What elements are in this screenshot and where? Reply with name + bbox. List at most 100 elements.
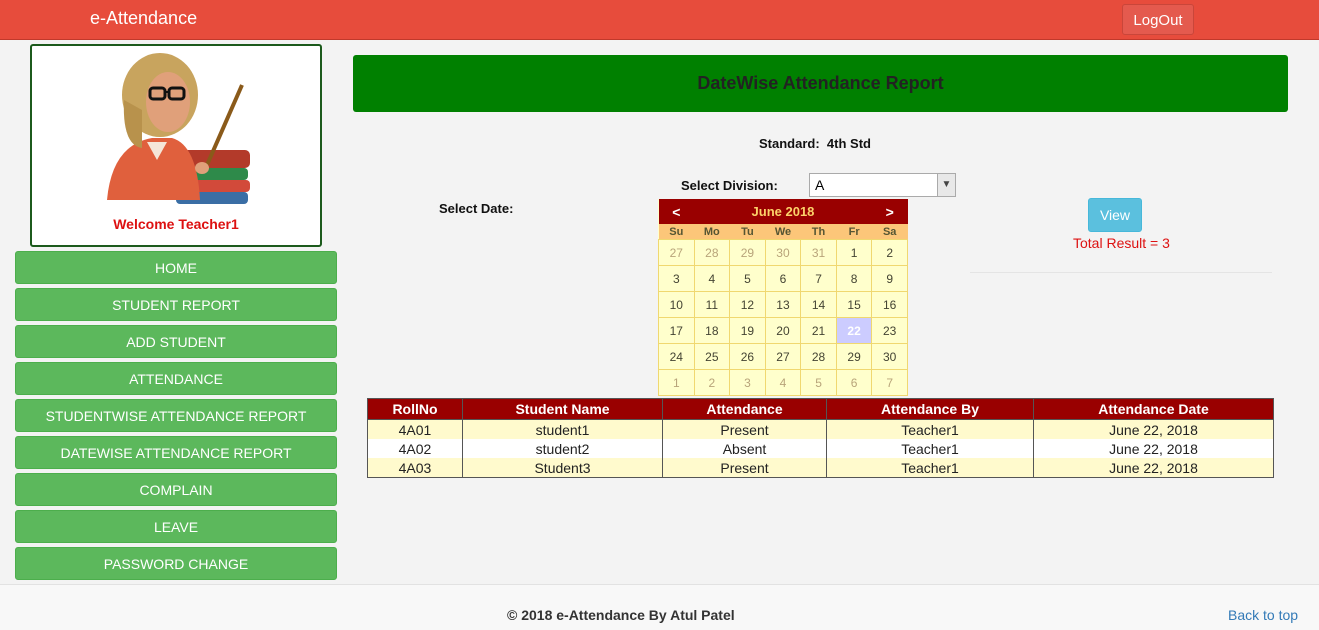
calendar-day[interactable]: 27 [658, 239, 695, 266]
teacher-avatar-icon [107, 53, 250, 204]
table-cell: June 22, 2018 [1033, 439, 1274, 458]
calendar-day[interactable]: 25 [693, 343, 731, 370]
calendar-day[interactable]: 6 [764, 265, 802, 292]
back-to-top-link[interactable]: Back to top [1228, 607, 1298, 623]
calendar-day[interactable]: 23 [871, 317, 908, 344]
calendar-day[interactable]: 24 [658, 343, 695, 370]
calendar-day[interactable]: 26 [729, 343, 766, 370]
profile-card: Welcome Teacher1 [30, 44, 322, 247]
table-cell: Teacher1 [826, 439, 1034, 458]
division-selected-value: A [815, 177, 825, 193]
calendar-day[interactable]: 29 [729, 239, 766, 266]
copyright-text: © 2018 e-Attendance By Atul Patel [507, 607, 735, 623]
sidebar-nav: HOME STUDENT REPORT ADD STUDENT ATTENDAN… [15, 251, 337, 584]
calendar-day[interactable]: 8 [835, 265, 873, 292]
standard-label: Standard: [759, 136, 820, 151]
calendar-day[interactable]: 13 [764, 291, 802, 318]
calendar-day[interactable]: 1 [835, 239, 873, 266]
table-header: Student Name [462, 398, 663, 420]
table-cell: Teacher1 [826, 458, 1034, 478]
welcome-text: Welcome Teacher1 [113, 216, 239, 232]
calendar-day[interactable]: 9 [871, 265, 908, 292]
table-cell: Teacher1 [826, 419, 1034, 439]
table-header: Attendance By [826, 398, 1034, 420]
calendar-day[interactable]: 19 [729, 317, 766, 344]
chevron-down-icon[interactable]: ▼ [937, 174, 955, 196]
calendar-day[interactable]: 5 [729, 265, 766, 292]
calendar-day[interactable]: 17 [658, 317, 695, 344]
calendar-day[interactable]: 2 [871, 239, 908, 266]
attendance-table: RollNo Student Name Attendance Attendance B… [367, 398, 1274, 478]
page-title: DateWise Attendance Report [353, 55, 1288, 112]
calendar-day[interactable]: 21 [800, 317, 837, 344]
sidebar-item-attendance[interactable]: ATTENDANCE [15, 362, 337, 395]
table-cell: 4A01 [367, 419, 463, 439]
divider [970, 272, 1272, 273]
table-row: 4A01 student1 Present Teacher1 June 22, 2018 [367, 419, 1274, 439]
brand-title[interactable]: e-Attendance [90, 8, 197, 29]
table-cell: 4A02 [367, 439, 463, 458]
table-cell: Student3 [462, 458, 663, 478]
calendar-day[interactable]: 7 [800, 265, 837, 292]
calendar-day[interactable]: 5 [800, 369, 837, 396]
calendar-day[interactable]: 3 [729, 369, 766, 396]
calendar-day[interactable]: 16 [871, 291, 908, 318]
calendar-day[interactable]: 6 [835, 369, 873, 396]
calendar-day[interactable]: 18 [693, 317, 731, 344]
date-label: Select Date: [439, 201, 514, 216]
table-header: Attendance [662, 398, 827, 420]
calendar-day[interactable]: 20 [764, 317, 802, 344]
view-button[interactable]: View [1088, 198, 1142, 232]
calendar-day[interactable]: 4 [764, 369, 802, 396]
calendar-prev-month[interactable]: < [658, 199, 695, 224]
table-cell: student1 [462, 419, 663, 439]
calendar-weekday: We [765, 224, 801, 240]
table-header: Attendance Date [1033, 398, 1274, 420]
calendar-day[interactable]: 7 [871, 369, 908, 396]
calendar-weekday: Sa [871, 224, 908, 240]
sidebar-item-password-change[interactable]: PASSWORD CHANGE [15, 547, 337, 580]
calendar-day[interactable]: 30 [764, 239, 802, 266]
division-select[interactable]: A ▼ [809, 173, 956, 197]
calendar-day[interactable]: 14 [800, 291, 837, 318]
calendar-day[interactable]: 29 [835, 343, 873, 370]
table-cell: Absent [662, 439, 827, 458]
calendar-day[interactable]: 31 [800, 239, 837, 266]
calendar-day[interactable]: 4 [693, 265, 731, 292]
table-cell: June 22, 2018 [1033, 419, 1274, 439]
sidebar-item-studentwise-report[interactable]: STUDENTWISE ATTENDANCE REPORT [15, 399, 337, 432]
table-header: RollNo [367, 398, 463, 420]
table-cell: 4A03 [367, 458, 463, 478]
table-row: 4A02 student2 Absent Teacher1 June 22, 2018 [367, 439, 1274, 458]
calendar-day[interactable]: 10 [658, 291, 695, 318]
table-cell: Present [662, 458, 827, 478]
sidebar-item-add-student[interactable]: ADD STUDENT [15, 325, 337, 358]
logout-button[interactable]: LogOut [1122, 4, 1194, 35]
calendar-day[interactable]: 15 [835, 291, 873, 318]
calendar-day[interactable]: 30 [871, 343, 908, 370]
calendar-weekday: Th [800, 224, 837, 240]
calendar-day[interactable]: 1 [658, 369, 695, 396]
calendar-day[interactable]: 12 [729, 291, 766, 318]
calendar-weekday: Mo [694, 224, 730, 240]
sidebar-item-complain[interactable]: COMPLAIN [15, 473, 337, 506]
calendar-day[interactable]: 11 [693, 291, 731, 318]
standard-value: 4th Std [826, 136, 871, 151]
footer: © 2018 e-Attendance By Atul Patel Back t… [0, 584, 1319, 630]
calendar-weekday: Tu [729, 224, 766, 240]
standard-info: Standard: 4th Std [759, 136, 871, 151]
sidebar-item-home[interactable]: HOME [15, 251, 337, 284]
table-cell: student2 [462, 439, 663, 458]
calendar-day[interactable]: 28 [693, 239, 731, 266]
calendar-day[interactable]: 27 [764, 343, 802, 370]
calendar-day[interactable]: 2 [693, 369, 731, 396]
calendar-day[interactable]: 28 [800, 343, 837, 370]
sidebar-item-leave[interactable]: LEAVE [15, 510, 337, 543]
calendar-next-month[interactable]: > [871, 199, 908, 224]
table-cell: Present [662, 419, 827, 439]
calendar-day[interactable]: 22 [835, 317, 873, 344]
sidebar-item-datewise-report[interactable]: DATEWISE ATTENDANCE REPORT [15, 436, 337, 469]
sidebar-item-student-report[interactable]: STUDENT REPORT [15, 288, 337, 321]
table-cell: June 22, 2018 [1033, 458, 1274, 478]
calendar-day[interactable]: 3 [658, 265, 695, 292]
